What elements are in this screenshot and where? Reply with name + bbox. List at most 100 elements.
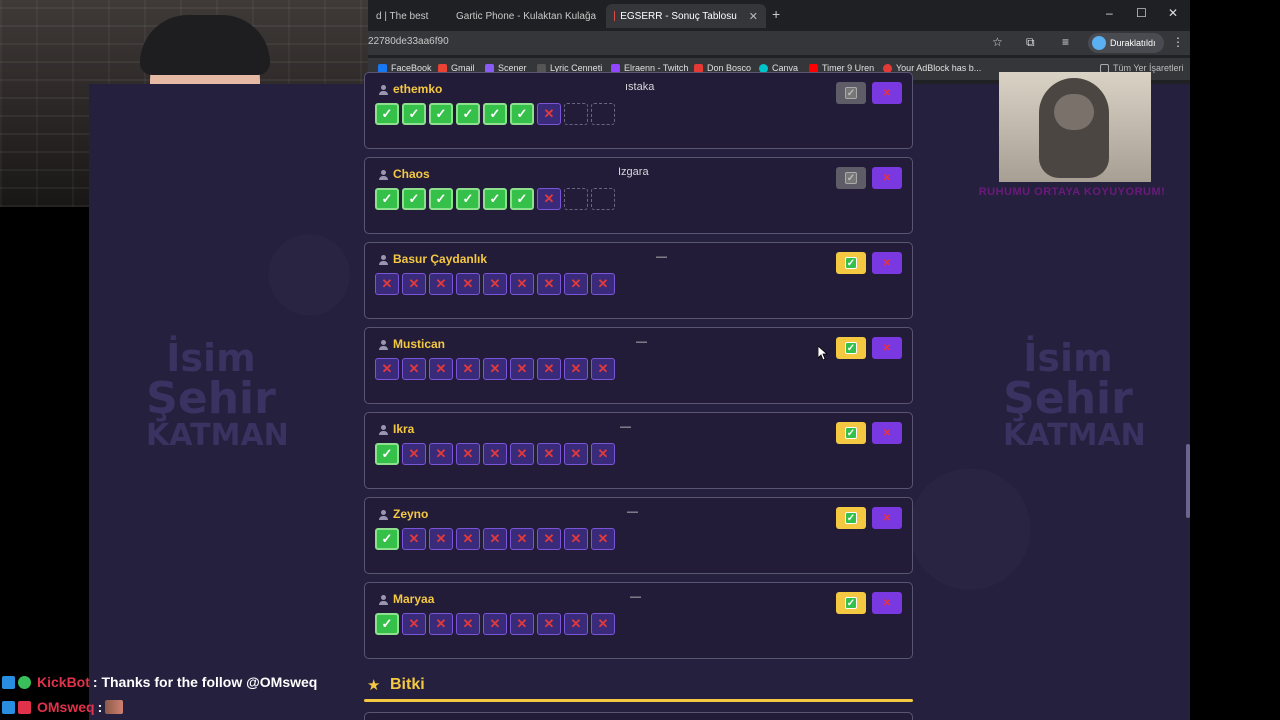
reject-button[interactable]: ✕ — [872, 507, 902, 529]
vote-rejected-icon: ✕ — [483, 613, 507, 635]
vote-approved-icon: ✓ — [429, 188, 453, 210]
cross-icon: ✕ — [882, 257, 892, 269]
vote-rejected-icon: ✕ — [591, 358, 615, 380]
gorilla-overlay-image — [999, 72, 1151, 182]
menu-kebab-icon[interactable]: ⋮ — [1172, 35, 1184, 49]
reject-button[interactable]: ✕ — [872, 337, 902, 359]
logo-line: İsim — [166, 336, 256, 380]
vote-approved-icon: ✓ — [483, 103, 507, 125]
media-control-icon[interactable]: ≡ — [1062, 35, 1069, 49]
maximize-button[interactable]: ☐ — [1136, 6, 1147, 20]
avatar — [1092, 36, 1106, 50]
player-name: Basur Çaydanlık — [393, 252, 488, 266]
reject-button[interactable]: ✕ — [872, 422, 902, 444]
tab-close-icon[interactable]: ✕ — [749, 10, 758, 23]
approve-button[interactable]: ✓ — [836, 82, 866, 104]
vote-rejected-icon: ✕ — [402, 613, 426, 635]
reject-button[interactable]: ✕ — [872, 252, 902, 274]
approve-button[interactable]: ✓ — [836, 337, 866, 359]
logo-line: Şehir — [1003, 373, 1133, 424]
tab-active[interactable]: EGSERR - Sonuç Tablosu ✕ — [606, 4, 766, 28]
tab-item[interactable]: d | The best ✕ — [368, 4, 438, 28]
vote-rejected-icon: ✕ — [510, 273, 534, 295]
check-icon: ✓ — [845, 87, 857, 99]
subscriber-badge-icon — [18, 700, 31, 714]
player-card — [364, 712, 913, 720]
approve-button[interactable]: ✓ — [836, 592, 866, 614]
address-text[interactable]: 22780de33aa6f90 — [368, 36, 449, 47]
new-tab-button[interactable]: + — [772, 6, 780, 22]
category-divider — [364, 699, 913, 702]
background-logo-left: İsim Şehir KATMAN — [146, 336, 289, 451]
close-window-button[interactable]: ✕ — [1168, 6, 1178, 20]
stream-frame: d | The best ✕ Gartic Phone - Kulaktan K… — [0, 0, 1280, 720]
vote-row: ✓ ✕ ✕ ✕ ✕ ✕ ✕ ✕ ✕ — [375, 613, 615, 635]
kick-badge-icon — [2, 700, 15, 714]
approve-button[interactable]: ✓ — [836, 422, 866, 444]
bookmark-star-icon[interactable]: ☆ — [992, 35, 1003, 49]
vote-rejected-icon: ✕ — [591, 613, 615, 635]
vote-row: ✓ ✓ ✓ ✓ ✓ ✓ ✕ — [375, 103, 615, 125]
category-title: Bitki — [390, 676, 425, 693]
scrollbar-thumb[interactable] — [1186, 444, 1190, 518]
vote-row: ✓ ✕ ✕ ✕ ✕ ✕ ✕ ✕ ✕ — [375, 443, 615, 465]
vote-rejected-icon: ✕ — [591, 273, 615, 295]
extensions-icon[interactable]: ⧉ — [1026, 35, 1035, 50]
reject-button[interactable]: ✕ — [872, 82, 902, 104]
profile-button[interactable]: Duraklatıldı — [1088, 33, 1164, 53]
logo-line: Şehir — [146, 373, 276, 424]
address-bar[interactable]: 22780de33aa6f90 ☆ ⧉ ≡ Duraklatıldı ⋮ — [368, 31, 1190, 55]
player-answer: Izgara — [618, 166, 649, 178]
vote-approved-icon: ✓ — [402, 103, 426, 125]
overlay-caption: RUHUMU ORTAYA KOYUYORUM! — [978, 186, 1166, 198]
vote-rejected-icon: ✕ — [483, 273, 507, 295]
chat-message: KickBot : Thanks for the follow @OMsweq — [2, 672, 317, 692]
vote-rejected-icon: ✕ — [402, 273, 426, 295]
vote-approved-icon: ✓ — [375, 528, 399, 550]
vote-rejected-icon: ✕ — [510, 443, 534, 465]
vote-approved-icon: ✓ — [483, 188, 507, 210]
vote-approved-icon: ✓ — [510, 103, 534, 125]
approve-button[interactable]: ✓ — [836, 252, 866, 274]
chat-message: OMsweq : — [2, 697, 124, 717]
vote-empty-slot — [564, 188, 588, 210]
vote-rejected-icon: ✕ — [564, 613, 588, 635]
vote-rejected-icon: ✕ — [510, 528, 534, 550]
logo-line: İsim — [1023, 336, 1113, 380]
reject-button[interactable]: ✕ — [872, 592, 902, 614]
vote-rejected-icon: ✕ — [429, 358, 453, 380]
player-name: Ikra — [393, 422, 415, 436]
vote-approved-icon: ✓ — [456, 188, 480, 210]
background-logo-right: İsim Şehir KATMAN — [1003, 336, 1146, 451]
vote-rejected-icon: ✕ — [537, 613, 561, 635]
vote-rejected-icon: ✕ — [456, 613, 480, 635]
cross-icon: ✕ — [882, 597, 892, 609]
vote-rejected-icon: ✕ — [483, 358, 507, 380]
approve-button[interactable]: ✓ — [836, 167, 866, 189]
approve-button[interactable]: ✓ — [836, 507, 866, 529]
check-icon: ✓ — [845, 342, 857, 354]
player-answer: ıstaka — [625, 81, 655, 93]
user-icon — [379, 510, 388, 520]
chat-username: OMsweq — [37, 699, 95, 715]
vote-rejected-icon: ✕ — [591, 528, 615, 550]
tab-title: EGSERR - Sonuç Tablosu — [620, 10, 737, 22]
player-answer: — — [627, 506, 638, 518]
kick-badge-icon — [2, 675, 15, 689]
vote-rejected-icon: ✕ — [456, 273, 480, 295]
vote-empty-slot — [591, 103, 615, 125]
reject-button[interactable]: ✕ — [872, 167, 902, 189]
vote-approved-icon: ✓ — [402, 188, 426, 210]
player-name: Chaos — [393, 167, 430, 181]
vote-rejected-icon: ✕ — [375, 358, 399, 380]
tab-strip: d | The best ✕ Gartic Phone - Kulaktan K… — [368, 0, 1190, 28]
vote-rejected-icon: ✕ — [483, 528, 507, 550]
minimize-button[interactable]: – — [1106, 6, 1113, 20]
tab-item[interactable]: Gartic Phone - Kulaktan Kulağa ✕ — [442, 4, 606, 28]
vote-rejected-icon: ✕ — [537, 358, 561, 380]
vote-rejected-icon: ✕ — [537, 188, 561, 210]
vote-rejected-icon: ✕ — [402, 443, 426, 465]
user-icon — [379, 255, 388, 265]
vote-rejected-icon: ✕ — [510, 613, 534, 635]
vote-row: ✓ ✓ ✓ ✓ ✓ ✓ ✕ — [375, 188, 615, 210]
